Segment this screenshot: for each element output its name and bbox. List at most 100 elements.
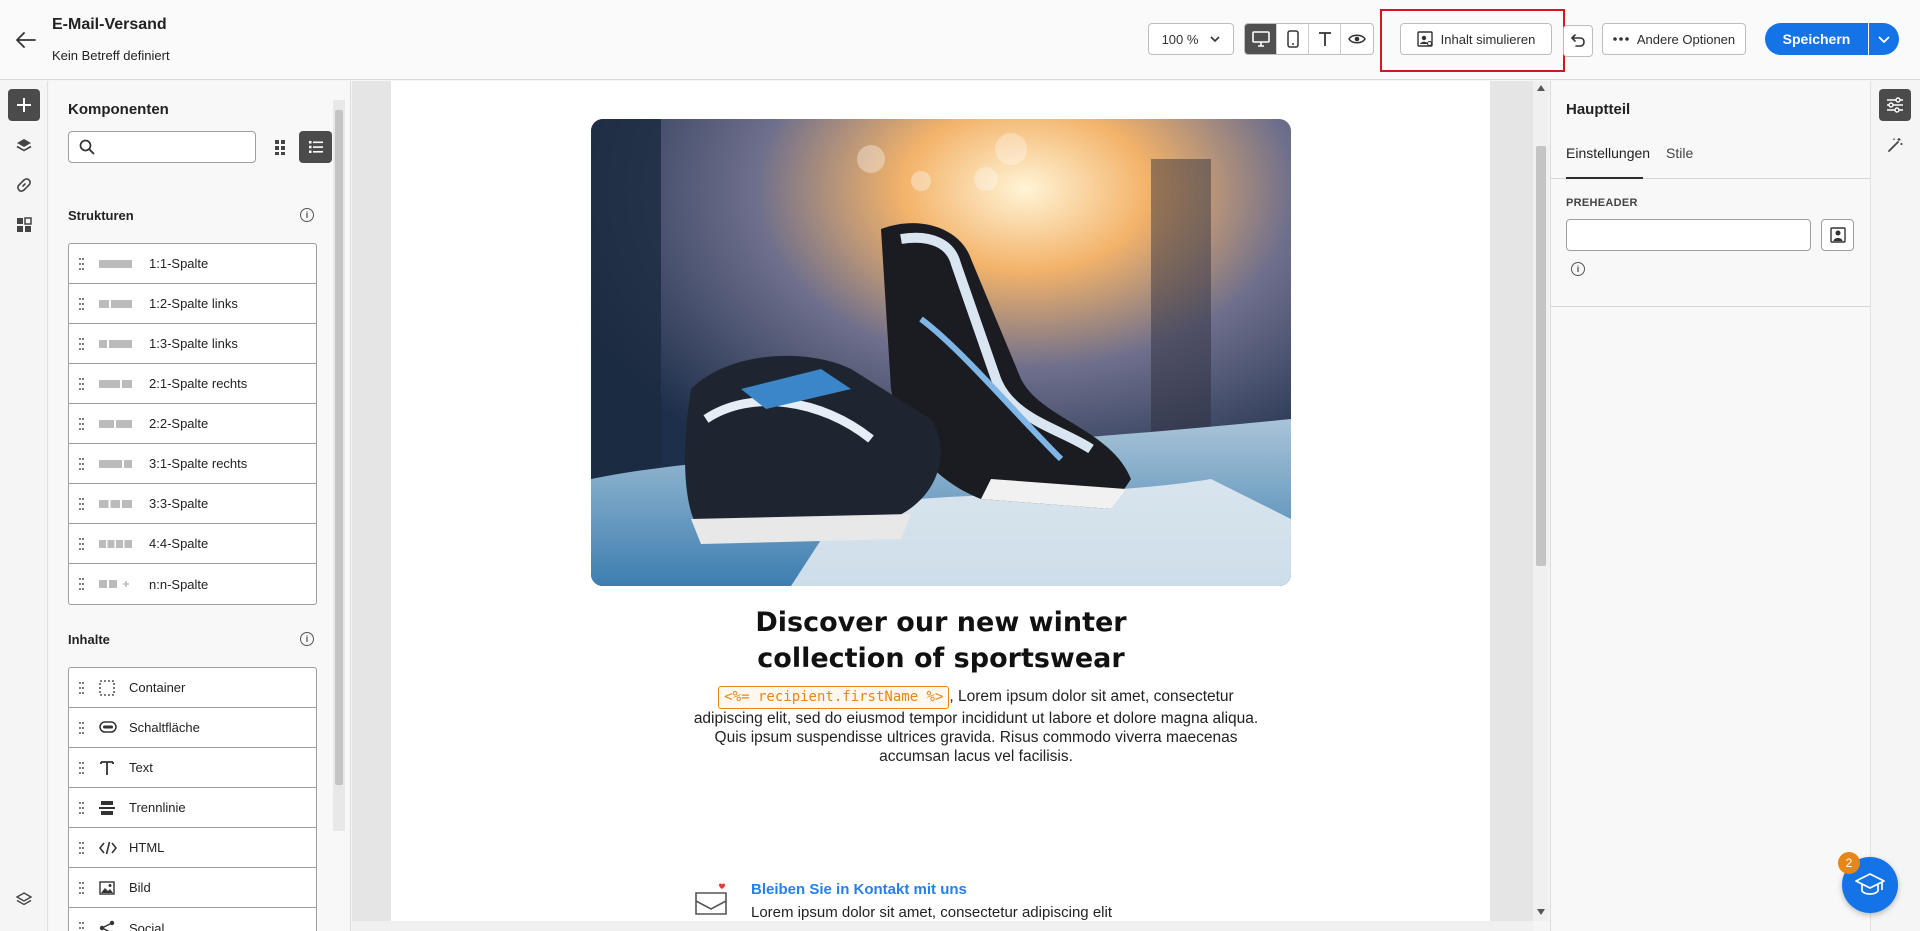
email-body[interactable]: Discover our new winter collection of sp… bbox=[391, 81, 1490, 921]
magic-wand-icon[interactable] bbox=[1879, 129, 1911, 161]
info-icon[interactable]: i bbox=[1571, 262, 1585, 276]
list-item[interactable]: 3:3-Spalte bbox=[69, 484, 316, 524]
drag-handle-icon bbox=[79, 458, 84, 470]
list-item[interactable]: Social bbox=[69, 908, 316, 931]
list-item[interactable]: n:n-Spalte bbox=[69, 564, 316, 604]
drag-handle-icon bbox=[79, 922, 84, 929]
desktop-view-icon[interactable] bbox=[1245, 24, 1277, 54]
drag-handle-icon bbox=[79, 682, 84, 694]
list-item[interactable]: Text bbox=[69, 748, 316, 788]
divider-icon bbox=[99, 801, 115, 815]
drag-handle-icon bbox=[79, 338, 84, 350]
structures-list: 1:1-Spalte 1:2-Spalte links 1:3-Spalte l… bbox=[68, 243, 317, 605]
layout-1-1-icon bbox=[99, 260, 132, 268]
content-label: Trennlinie bbox=[129, 800, 186, 815]
contact-text: Lorem ipsum dolor sit amet, consectetur … bbox=[751, 904, 1112, 921]
tab-settings[interactable]: Einstellungen bbox=[1566, 145, 1650, 161]
layout-1-3-left-icon bbox=[99, 340, 132, 348]
zoom-value: 100 % bbox=[1161, 31, 1199, 47]
list-item[interactable]: 3:1-Spalte rechts bbox=[69, 444, 316, 484]
personalization-token[interactable]: <%= recipient.firstName %> bbox=[718, 686, 950, 709]
drag-handle-icon bbox=[79, 722, 84, 734]
undo-icon bbox=[1570, 34, 1585, 47]
list-item[interactable]: 1:1-Spalte bbox=[69, 244, 316, 284]
content-label: Social bbox=[129, 920, 165, 931]
simulate-content-button[interactable]: Inhalt simulieren bbox=[1400, 23, 1552, 55]
mail-icon bbox=[695, 883, 727, 915]
drag-handle-icon bbox=[79, 498, 84, 510]
email-canvas: Discover our new winter collection of sp… bbox=[352, 81, 1549, 921]
layers-bottom-icon[interactable] bbox=[8, 883, 40, 915]
left-panel-scrollbar[interactable] bbox=[333, 100, 345, 831]
left-rail bbox=[0, 81, 48, 931]
email-body-text[interactable]: <%= recipient.firstName %>, Lorem ipsum … bbox=[691, 686, 1261, 766]
drag-handle-icon bbox=[79, 762, 84, 774]
personalize-icon bbox=[1829, 227, 1846, 243]
scroll-down-icon[interactable] bbox=[1537, 909, 1545, 915]
more-dots-icon bbox=[1613, 37, 1629, 41]
layout-2-1-right-icon bbox=[99, 380, 132, 388]
personalize-button[interactable] bbox=[1821, 219, 1854, 251]
simulate-label: Inhalt simulieren bbox=[1440, 31, 1536, 47]
search-input[interactable] bbox=[68, 131, 256, 163]
back-arrow-icon[interactable] bbox=[10, 24, 42, 56]
panel-title: Komponenten bbox=[68, 101, 169, 118]
contact-title[interactable]: Bleiben Sie in Kontakt mit uns bbox=[751, 881, 967, 898]
zoom-select[interactable]: 100 % bbox=[1148, 23, 1234, 55]
section-divider bbox=[1551, 306, 1871, 307]
button-icon bbox=[99, 721, 117, 733]
undo-button[interactable] bbox=[1563, 25, 1593, 57]
structure-label: 4:4-Spalte bbox=[149, 536, 209, 551]
image-icon bbox=[99, 881, 115, 895]
list-item[interactable]: Trennlinie bbox=[69, 788, 316, 828]
layers-icon[interactable] bbox=[8, 129, 40, 161]
fragments-icon[interactable] bbox=[8, 209, 40, 241]
active-tab-indicator bbox=[1566, 177, 1643, 179]
drag-handle-icon bbox=[79, 882, 84, 894]
save-dropdown-button[interactable] bbox=[1869, 23, 1899, 55]
text-view-icon[interactable] bbox=[1309, 24, 1341, 54]
content-label: Bild bbox=[129, 880, 151, 895]
grid-view-icon[interactable] bbox=[267, 131, 297, 163]
list-item[interactable]: HTML bbox=[69, 828, 316, 868]
link-icon[interactable] bbox=[8, 169, 40, 201]
list-item[interactable]: 2:2-Spalte bbox=[69, 404, 316, 444]
canvas-scrollbar[interactable] bbox=[1533, 81, 1549, 921]
drag-handle-icon bbox=[79, 418, 84, 430]
save-button[interactable]: Speichern bbox=[1765, 23, 1868, 55]
list-item[interactable]: 2:1-Spalte rechts bbox=[69, 364, 316, 404]
properties-panel: Hauptteil Einstellungen Stile PREHEADER … bbox=[1550, 81, 1871, 931]
settings-sliders-icon[interactable] bbox=[1879, 89, 1911, 121]
preview-eye-icon[interactable] bbox=[1341, 24, 1373, 54]
info-icon[interactable]: i bbox=[300, 208, 314, 222]
graduation-cap-icon bbox=[1855, 873, 1885, 895]
right-rail bbox=[1870, 81, 1920, 931]
hero-image[interactable] bbox=[591, 119, 1291, 586]
horizontal-scrollbar[interactable] bbox=[352, 921, 1533, 931]
scroll-up-icon[interactable] bbox=[1537, 85, 1545, 91]
list-view-icon[interactable] bbox=[299, 131, 332, 163]
contents-list: Container Schaltfläche Text Trennlinie H… bbox=[68, 667, 317, 931]
preheader-field[interactable] bbox=[1566, 219, 1811, 251]
structure-label: 3:1-Spalte rechts bbox=[149, 456, 248, 471]
scrollbar-thumb[interactable] bbox=[1536, 146, 1546, 566]
layout-n-n-icon bbox=[99, 580, 129, 588]
list-item[interactable]: 1:3-Spalte links bbox=[69, 324, 316, 364]
list-item[interactable]: 1:2-Spalte links bbox=[69, 284, 316, 324]
scrollbar-thumb[interactable] bbox=[335, 110, 343, 785]
more-options-button[interactable]: Andere Optionen bbox=[1602, 23, 1746, 55]
email-headline[interactable]: Discover our new winter collection of sp… bbox=[691, 605, 1191, 677]
list-item[interactable]: Schaltfläche bbox=[69, 708, 316, 748]
tab-styles[interactable]: Stile bbox=[1666, 145, 1693, 161]
layout-1-2-left-icon bbox=[99, 300, 132, 308]
page-title: E-Mail-Versand bbox=[52, 16, 167, 33]
share-icon bbox=[99, 920, 115, 931]
mobile-view-icon[interactable] bbox=[1277, 24, 1309, 54]
info-icon[interactable]: i bbox=[300, 632, 314, 646]
simulate-icon bbox=[1416, 31, 1433, 47]
add-components-icon[interactable] bbox=[8, 89, 40, 121]
list-item[interactable]: 4:4-Spalte bbox=[69, 524, 316, 564]
list-item[interactable]: Bild bbox=[69, 868, 316, 908]
list-item[interactable]: Container bbox=[69, 668, 316, 708]
save-label: Speichern bbox=[1782, 31, 1851, 47]
